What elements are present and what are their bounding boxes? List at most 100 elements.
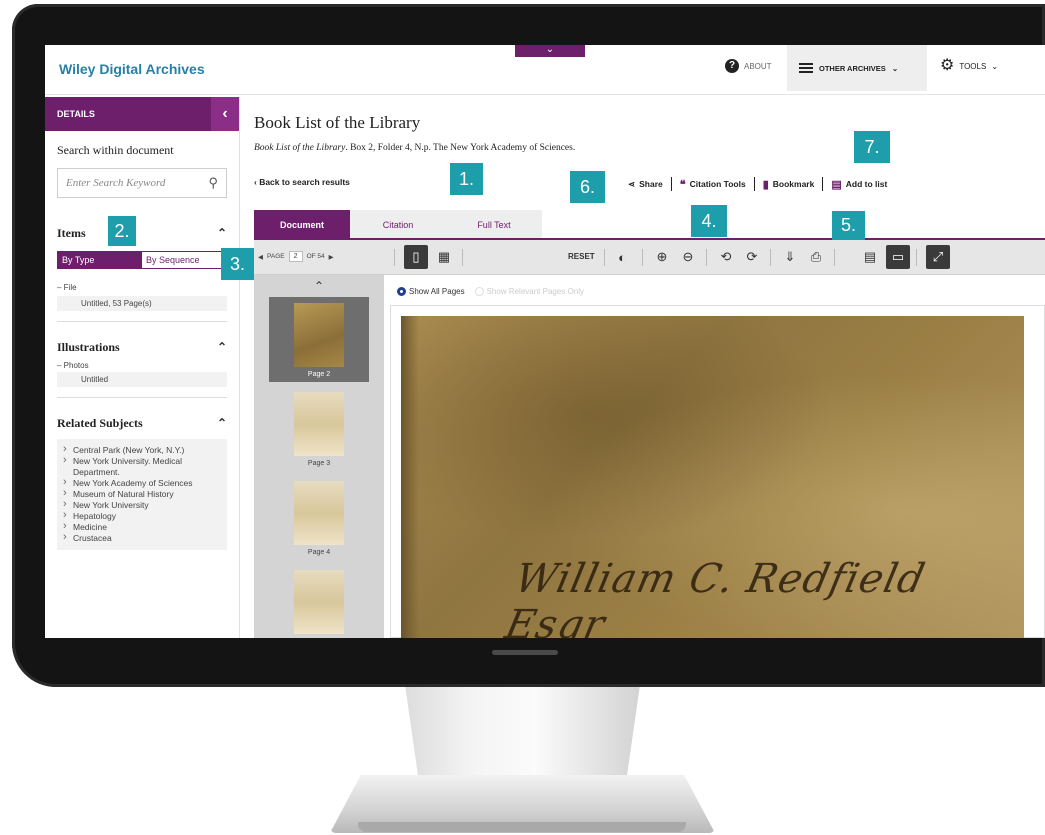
subject-link[interactable]: Hepatology	[61, 510, 223, 522]
section-divider	[57, 321, 227, 322]
monitor-illustration: Wiley Digital Archives ⌄ ? ABOUT OTHER A…	[0, 0, 1045, 835]
toolbar-separator	[642, 249, 643, 266]
other-archives-label: OTHER ARCHIVES	[819, 63, 886, 73]
zoom-out-icon[interactable]: ⊖	[676, 245, 700, 269]
page-pager: ◀ PAGE 2 OF 54 ▶	[258, 251, 334, 262]
details-header: DETAILS ‹	[45, 97, 239, 131]
download-icon[interactable]: ⇓	[778, 245, 802, 269]
toolbar-separator	[706, 249, 707, 266]
subject-link[interactable]: New York Academy of Sciences	[61, 477, 223, 489]
contrast-icon[interactable]: ◐	[610, 245, 634, 269]
page-number-input[interactable]: 2	[288, 251, 303, 262]
next-page-icon[interactable]: ▶	[329, 253, 334, 261]
by-type-tab[interactable]: By Type	[58, 252, 142, 268]
items-view-toggle: By Type By Sequence	[57, 251, 227, 269]
print-icon[interactable]: ⎙	[804, 245, 828, 269]
list-icon	[799, 63, 813, 73]
rotate-left-icon[interactable]: ⟲	[714, 245, 738, 269]
subject-link[interactable]: Central Park (New York, N.Y.)	[61, 444, 223, 456]
show-all-label: Show All Pages	[409, 287, 465, 296]
callout-5: 5.	[832, 211, 865, 240]
collapse-header-tab[interactable]: ⌄	[515, 45, 585, 57]
radio-selected	[397, 287, 406, 297]
callout-2: 2.	[108, 216, 136, 246]
page-thumbnail[interactable]: Page 2	[269, 297, 369, 382]
chevron-up-icon[interactable]: ⌃	[254, 275, 384, 293]
subject-link[interactable]: Medicine	[61, 521, 223, 533]
citation-title: Book List of the Library	[254, 143, 346, 153]
related-heading: Related Subjects	[57, 416, 143, 430]
by-sequence-tab[interactable]: By Sequence	[142, 252, 226, 268]
scanned-page-image[interactable]: William C. Redfield Esqr	[401, 316, 1024, 638]
page-thumbnail[interactable]: Page 3	[269, 386, 369, 471]
reset-button[interactable]: RESET	[568, 252, 595, 261]
show-relevant-label: Show Relevant Pages Only	[486, 287, 584, 296]
callout-3: 3.	[221, 248, 254, 280]
radio-unselected	[474, 287, 484, 297]
page-of-label: OF 54	[306, 253, 325, 260]
collapse-sidebar-button[interactable]: ‹	[211, 97, 239, 131]
toolbar-separator	[916, 249, 917, 266]
show-relevant-pages-radio[interactable]: Show Relevant Pages Only	[474, 287, 584, 297]
toolbar-separator	[394, 249, 395, 266]
chevron-down-icon: ⌄	[891, 63, 899, 73]
single-page-view-icon[interactable]: ▯	[404, 245, 428, 269]
search-input[interactable]: Enter Search Keyword ⚲	[57, 168, 227, 198]
tab-document[interactable]: Document	[254, 210, 350, 240]
handwritten-inscription: William C. Redfield Esqr	[501, 556, 930, 638]
prev-page-icon[interactable]: ◀	[258, 253, 263, 261]
search-placeholder: Enter Search Keyword	[66, 177, 166, 189]
grid-view-icon[interactable]: ▦	[432, 245, 456, 269]
subject-link[interactable]: New York University. Medical Department.	[61, 455, 223, 478]
items-heading: Items	[57, 226, 86, 240]
add-to-list-button[interactable]: ▤ Add to list	[823, 178, 895, 191]
citation-tools-button[interactable]: ❝ Citation Tools	[672, 178, 754, 191]
document-citation: Book List of the Library. Box 2, Folder …	[254, 143, 575, 153]
photos-group-label[interactable]: – Photos	[45, 361, 239, 370]
chevron-up-icon[interactable]: ⌃	[217, 226, 227, 241]
tab-citation[interactable]: Citation	[350, 210, 446, 240]
zoom-in-icon[interactable]: ⊕	[650, 245, 674, 269]
items-section-header[interactable]: Items ⌃	[45, 226, 239, 241]
document-tabs: Document Citation Full Text	[254, 210, 542, 240]
other-archives-menu[interactable]: OTHER ARCHIVES ⌄	[787, 45, 927, 91]
file-group-label[interactable]: – File	[45, 283, 239, 292]
about-link[interactable]: ? ABOUT	[725, 59, 772, 73]
back-to-results-link[interactable]: ‹ Back to search results	[254, 177, 350, 187]
chevron-up-icon[interactable]: ⌃	[217, 416, 227, 431]
callout-1: 1.	[450, 163, 483, 195]
file-item[interactable]: Untitled, 53 Page(s)	[57, 296, 227, 311]
subject-link[interactable]: Museum of Natural History	[61, 488, 223, 500]
brand-logo[interactable]: Wiley Digital Archives	[59, 61, 205, 77]
thumbnail-label: Page 4	[307, 549, 331, 556]
tab-full-text[interactable]: Full Text	[446, 210, 542, 240]
tools-menu[interactable]: ⚙ TOOLS ⌄	[940, 58, 998, 74]
help-icon: ?	[725, 59, 739, 73]
share-button[interactable]: ⋖ Share	[620, 179, 671, 190]
thumbnail-strip: ⌃ Page 2 Page 3 Page 4	[254, 275, 384, 638]
toolbar-separator	[462, 249, 463, 266]
illustrations-section-header[interactable]: Illustrations ⌃	[45, 340, 239, 355]
chevron-down-icon: ⌄	[545, 45, 555, 55]
search-icon[interactable]: ⚲	[208, 175, 218, 191]
share-icon: ⋖	[628, 178, 636, 189]
page-thumbnail[interactable]	[269, 564, 369, 638]
fullscreen-icon[interactable]: ⤢	[926, 245, 950, 269]
subject-link[interactable]: Crustacea	[61, 532, 223, 544]
monitor-chin-slot	[492, 650, 558, 655]
page-thumbnail[interactable]: Page 4	[269, 475, 369, 560]
subject-link[interactable]: New York University	[61, 499, 223, 511]
rotate-right-icon[interactable]: ⟳	[740, 245, 764, 269]
document-text-icon[interactable]: ▤	[858, 245, 882, 269]
page-filter-radios: Show All Pages Show Relevant Pages Only	[397, 287, 584, 297]
bookmark-label: Bookmark	[772, 179, 815, 189]
related-subjects-header[interactable]: Related Subjects ⌃	[45, 416, 239, 431]
add-to-list-label: Add to list	[845, 179, 888, 189]
chevron-up-icon[interactable]: ⌃	[217, 340, 227, 355]
page-viewer[interactable]: William C. Redfield Esqr	[390, 305, 1045, 638]
page-image-icon[interactable]: ▭	[886, 245, 910, 269]
bookmark-button[interactable]: ▮ Bookmark	[755, 178, 823, 191]
photo-item[interactable]: Untitled	[57, 372, 227, 387]
show-all-pages-radio[interactable]: Show All Pages	[397, 287, 465, 297]
about-label: ABOUT	[744, 61, 772, 71]
